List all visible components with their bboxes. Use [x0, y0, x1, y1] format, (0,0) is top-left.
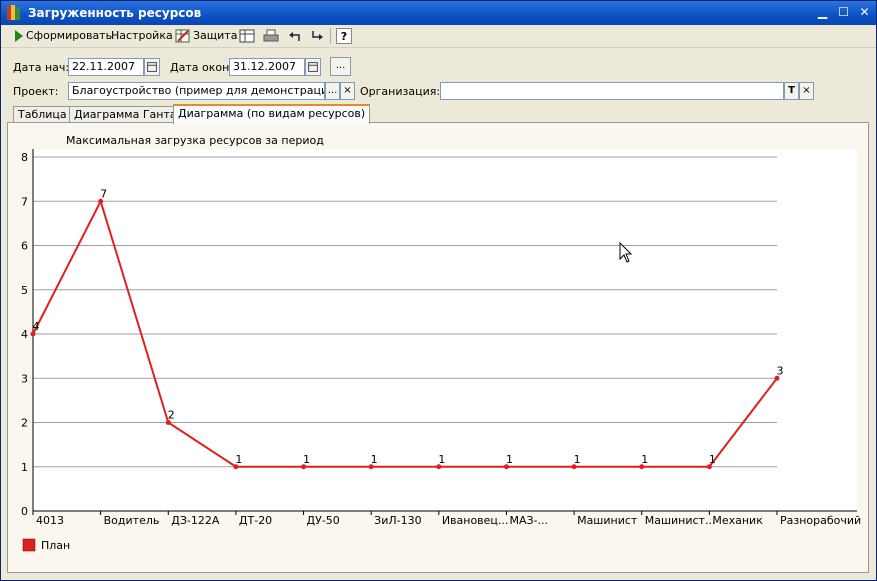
- date-end-field[interactable]: 31.12.2007: [229, 58, 305, 76]
- close-icon[interactable]: ✕: [855, 4, 874, 21]
- organization-label: Организация:: [360, 85, 441, 98]
- data-label: 2: [168, 409, 175, 422]
- project-clear-button[interactable]: ×: [340, 82, 355, 100]
- toolbar-separator: [330, 28, 331, 44]
- x-tick-label: Ивановец...: [442, 514, 509, 527]
- play-icon[interactable]: [11, 28, 27, 44]
- help-button[interactable]: ?: [336, 28, 352, 44]
- x-tick-label: МАЗ-...: [509, 514, 548, 527]
- settings-button[interactable]: Настройка: [111, 28, 173, 44]
- x-tick-label: Машинист...: [645, 514, 716, 527]
- tab-resource-chart[interactable]: Диаграмма (по видам ресурсов): [173, 104, 371, 124]
- y-tick-label: 3: [21, 372, 28, 385]
- data-label: 1: [709, 453, 716, 466]
- minimize-icon[interactable]: ▁: [813, 4, 832, 21]
- period-button[interactable]: ...: [330, 57, 351, 76]
- data-label: 1: [438, 453, 445, 466]
- organization-clear-button[interactable]: ×: [799, 82, 814, 100]
- y-tick-label: 4: [21, 328, 28, 341]
- calendar-icon[interactable]: [305, 58, 321, 76]
- x-tick-label: ДЗ-122А: [171, 514, 220, 527]
- app-window: Загруженность ресурсов ▁ ☐ ✕ Сформироват…: [0, 0, 877, 581]
- tab-table[interactable]: Таблица: [13, 106, 72, 123]
- data-label: 1: [303, 453, 310, 466]
- y-tick-label: 5: [21, 284, 28, 297]
- organization-field[interactable]: [440, 82, 784, 100]
- legend-swatch: [22, 538, 36, 552]
- data-label: 3: [777, 364, 784, 377]
- maximize-icon[interactable]: ☐: [834, 4, 853, 21]
- chart-title: Максимальная загрузка ресурсов за период: [66, 134, 324, 147]
- x-tick-label: ДУ-50: [307, 514, 340, 527]
- x-tick-label: Разнорабочий: [780, 514, 861, 527]
- data-label: 1: [371, 453, 378, 466]
- chart-panel: Максимальная загрузка ресурсов за период…: [7, 122, 869, 573]
- data-label: 1: [641, 453, 648, 466]
- legend-label: План: [41, 539, 70, 552]
- resource-load-chart: Максимальная загрузка ресурсов за период…: [21, 134, 861, 552]
- data-label: 4: [33, 320, 40, 333]
- data-label: 1: [235, 453, 242, 466]
- tab-gantt[interactable]: Диаграмма Ганта: [69, 106, 182, 123]
- calendar-icon[interactable]: [144, 58, 160, 76]
- window-title: Загруженность ресурсов: [28, 6, 202, 20]
- date-start-field[interactable]: 22.11.2007: [68, 58, 144, 76]
- x-tick-label: Механик: [712, 514, 763, 527]
- mouse-cursor-icon: [619, 242, 633, 263]
- redo-icon[interactable]: [309, 28, 325, 44]
- data-label: 7: [100, 187, 107, 200]
- y-tick-label: 8: [21, 151, 28, 164]
- project-field[interactable]: Благоустройство (пример для демонстрации…: [68, 82, 325, 100]
- data-label: 1: [574, 453, 581, 466]
- x-tick-label: 4013: [36, 514, 64, 527]
- undo-icon[interactable]: [287, 28, 303, 44]
- y-tick-label: 1: [21, 461, 28, 474]
- y-tick-label: 7: [21, 195, 28, 208]
- project-select-button[interactable]: ...: [325, 82, 340, 100]
- date-end-label: Дата окон:: [170, 61, 233, 74]
- form-button[interactable]: Сформировать: [26, 28, 112, 44]
- y-tick-label: 6: [21, 240, 28, 253]
- title-bar: Загруженность ресурсов ▁ ☐ ✕: [1, 1, 876, 25]
- x-tick-label: ДТ-20: [239, 514, 272, 527]
- x-tick-label: ЗиЛ-130: [374, 514, 421, 527]
- date-start-label: Дата нач:: [13, 61, 70, 74]
- protection-button[interactable]: Защита: [193, 28, 237, 44]
- data-label: 1: [506, 453, 513, 466]
- print-icon[interactable]: [263, 28, 279, 44]
- y-tick-label: 0: [21, 505, 28, 518]
- protection-icon[interactable]: [175, 28, 191, 44]
- organization-type-button[interactable]: T: [784, 82, 799, 100]
- project-label: Проект:: [13, 85, 59, 98]
- books-icon: [7, 5, 20, 20]
- x-tick-label: Водитель: [104, 514, 160, 527]
- table-icon[interactable]: [239, 28, 255, 44]
- x-tick-label: Машинист: [577, 514, 638, 527]
- toolbar: Сформировать Настройка Защита ?: [1, 25, 876, 48]
- y-tick-label: 2: [21, 417, 28, 430]
